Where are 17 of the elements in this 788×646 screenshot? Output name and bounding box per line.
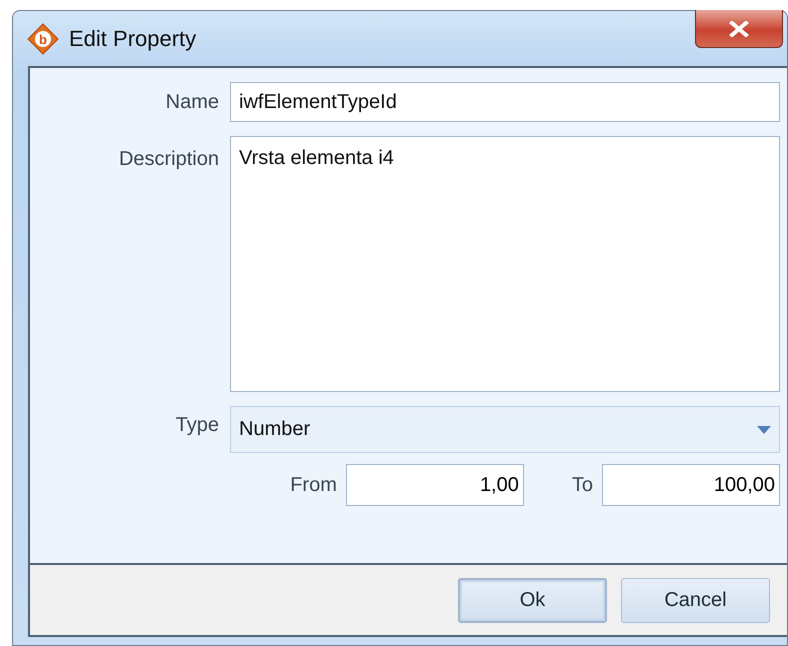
cancel-button[interactable]: Cancel [621,578,770,622]
field-label: Type [176,414,219,437]
dropdown[interactable]: Number [230,406,780,453]
close-icon [729,20,749,36]
app-logo-icon: b [27,22,59,54]
close-button[interactable] [695,10,783,48]
range-label: To [572,474,593,496]
ok-button[interactable]: Ok [458,578,607,622]
range-label: From [290,474,337,496]
input-field[interactable]: iwfElementTypeId [230,82,780,122]
dropdown-arrow-icon [757,426,771,434]
field-label: Name [166,90,219,114]
field-label: Description [118,148,219,171]
text-area[interactable]: Vrsta elementa i4 [230,136,780,392]
window-title: Edit Property [69,26,196,52]
number-field[interactable]: 1,00 [346,464,524,506]
number-field[interactable]: 100,00 [602,464,780,506]
